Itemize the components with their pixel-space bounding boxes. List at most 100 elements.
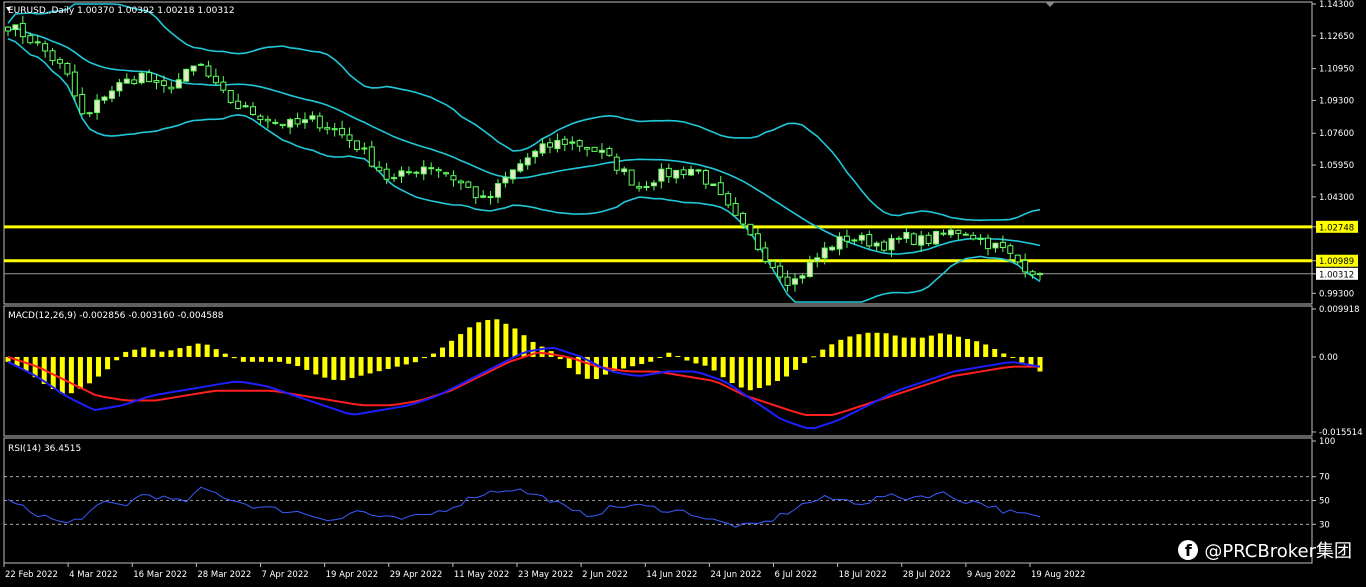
candle-body: [279, 123, 286, 126]
candle-body: [725, 193, 732, 206]
watermark: f @PRCBroker集团: [1178, 537, 1352, 563]
chart-svg: EURUSD,,Daily 1.00370 1.00392 1.00218 1.…: [3, 0, 1363, 580]
time-tick-label: 22 Feb 2022: [5, 570, 58, 580]
candle-body: [250, 106, 257, 115]
candle-body: [747, 223, 754, 236]
candle-body: [702, 169, 709, 185]
main-pane-frame: [3, 1, 1313, 305]
macd-bar: [512, 328, 518, 357]
candle-body: [242, 105, 249, 108]
macd-bar: [720, 356, 726, 378]
candle-body: [435, 168, 442, 172]
candle-body: [680, 169, 687, 176]
candle-body: [101, 96, 108, 101]
macd-bar: [675, 356, 681, 358]
candle-body: [116, 82, 123, 92]
candle-body: [413, 171, 420, 174]
candle-body: [294, 117, 301, 125]
macd-bar: [77, 356, 83, 389]
rsi-tick-label: 30: [1319, 520, 1330, 530]
candle-body: [569, 141, 576, 144]
time-tick-label: 28 Mar 2022: [197, 570, 251, 580]
candle-body: [108, 90, 115, 99]
macd-bar: [992, 348, 998, 357]
price-tick-label: 1.10950: [1319, 65, 1354, 75]
price-tick-label: 1.09300: [1319, 96, 1354, 106]
rsi-line: [7, 486, 1041, 528]
price-tick-label: 1.00989: [1319, 257, 1354, 267]
candle-body: [762, 247, 769, 262]
macd-bar: [802, 356, 808, 364]
candle-body: [472, 186, 479, 199]
candle-body: [190, 65, 197, 72]
candle-body: [428, 167, 435, 170]
candle-body: [740, 212, 747, 225]
candle-body: [94, 99, 101, 113]
candle-body: [1022, 259, 1029, 273]
macd-bar: [150, 349, 156, 357]
macd-bar: [956, 336, 962, 357]
shift-marker-icon[interactable]: [1045, 2, 1055, 7]
candle-body: [710, 183, 717, 187]
macd-bar: [68, 356, 74, 394]
time-tick-label: 11 May 2022: [454, 570, 509, 580]
price-axis: 1.14300 1.12650 1.10950 1.09300 1.07600 1.059…: [1312, 0, 1358, 299]
macd-bar: [59, 356, 65, 394]
candle-body: [42, 43, 49, 52]
macd-bar: [702, 356, 708, 366]
candle-body: [910, 233, 917, 245]
time-tick-label: 23 May 2022: [518, 570, 573, 580]
candle-body: [829, 246, 836, 251]
candle-body: [881, 241, 888, 251]
candle-body: [806, 261, 813, 278]
macd-bar: [557, 356, 563, 360]
band-lower: [7, 37, 1041, 303]
macd-bar: [829, 344, 835, 357]
candle-body: [791, 278, 798, 285]
macd-title: MACD(12,26,9) -0.002856 -0.003160 -0.004…: [8, 311, 224, 321]
macd-bar: [340, 356, 346, 381]
candle-body: [235, 100, 242, 109]
candle-body: [873, 242, 880, 247]
candle-body: [695, 169, 702, 172]
candle-body: [198, 63, 205, 66]
macd-bar: [204, 344, 210, 357]
band-middle: [7, 27, 1041, 255]
macd-bar: [476, 322, 482, 357]
candle-body: [27, 35, 34, 44]
macd-bar: [856, 334, 862, 357]
macd-bar: [222, 353, 228, 357]
macd-bar: [756, 356, 762, 388]
candle-body: [160, 80, 167, 86]
macd-bar: [928, 335, 934, 357]
macd-bar: [1001, 353, 1007, 357]
macd-bar: [910, 337, 916, 357]
macd-bar: [376, 356, 382, 372]
candle-body: [895, 237, 902, 240]
candle-body: [598, 149, 605, 153]
macd-bar: [503, 323, 509, 357]
candle-body: [970, 234, 977, 240]
bollinger-bands: [7, 3, 1041, 303]
candle-body: [131, 79, 138, 85]
macd-bar: [412, 356, 418, 363]
candle-body: [962, 233, 969, 236]
macd-bar: [114, 356, 120, 361]
candle-body: [1007, 245, 1014, 254]
time-tick-label: 16 Mar 2022: [133, 570, 187, 580]
macd-bar: [593, 356, 599, 380]
time-tick-label: 2 Jun 2022: [582, 570, 628, 580]
candle-body: [309, 115, 316, 120]
price-tick-label: 1.00312: [1319, 270, 1354, 280]
macd-bar: [349, 356, 355, 378]
macd-bar: [249, 356, 255, 362]
time-tick-label: 4 Mar 2022: [69, 570, 117, 580]
time-tick-label: 18 Jul 2022: [839, 570, 887, 580]
candle-body: [554, 139, 561, 150]
candle-body: [465, 181, 472, 188]
macd-bar: [639, 356, 645, 365]
candle-body: [784, 276, 791, 286]
facebook-icon: f: [1178, 540, 1199, 560]
macd-bar: [983, 344, 989, 357]
candle-body: [5, 26, 11, 32]
